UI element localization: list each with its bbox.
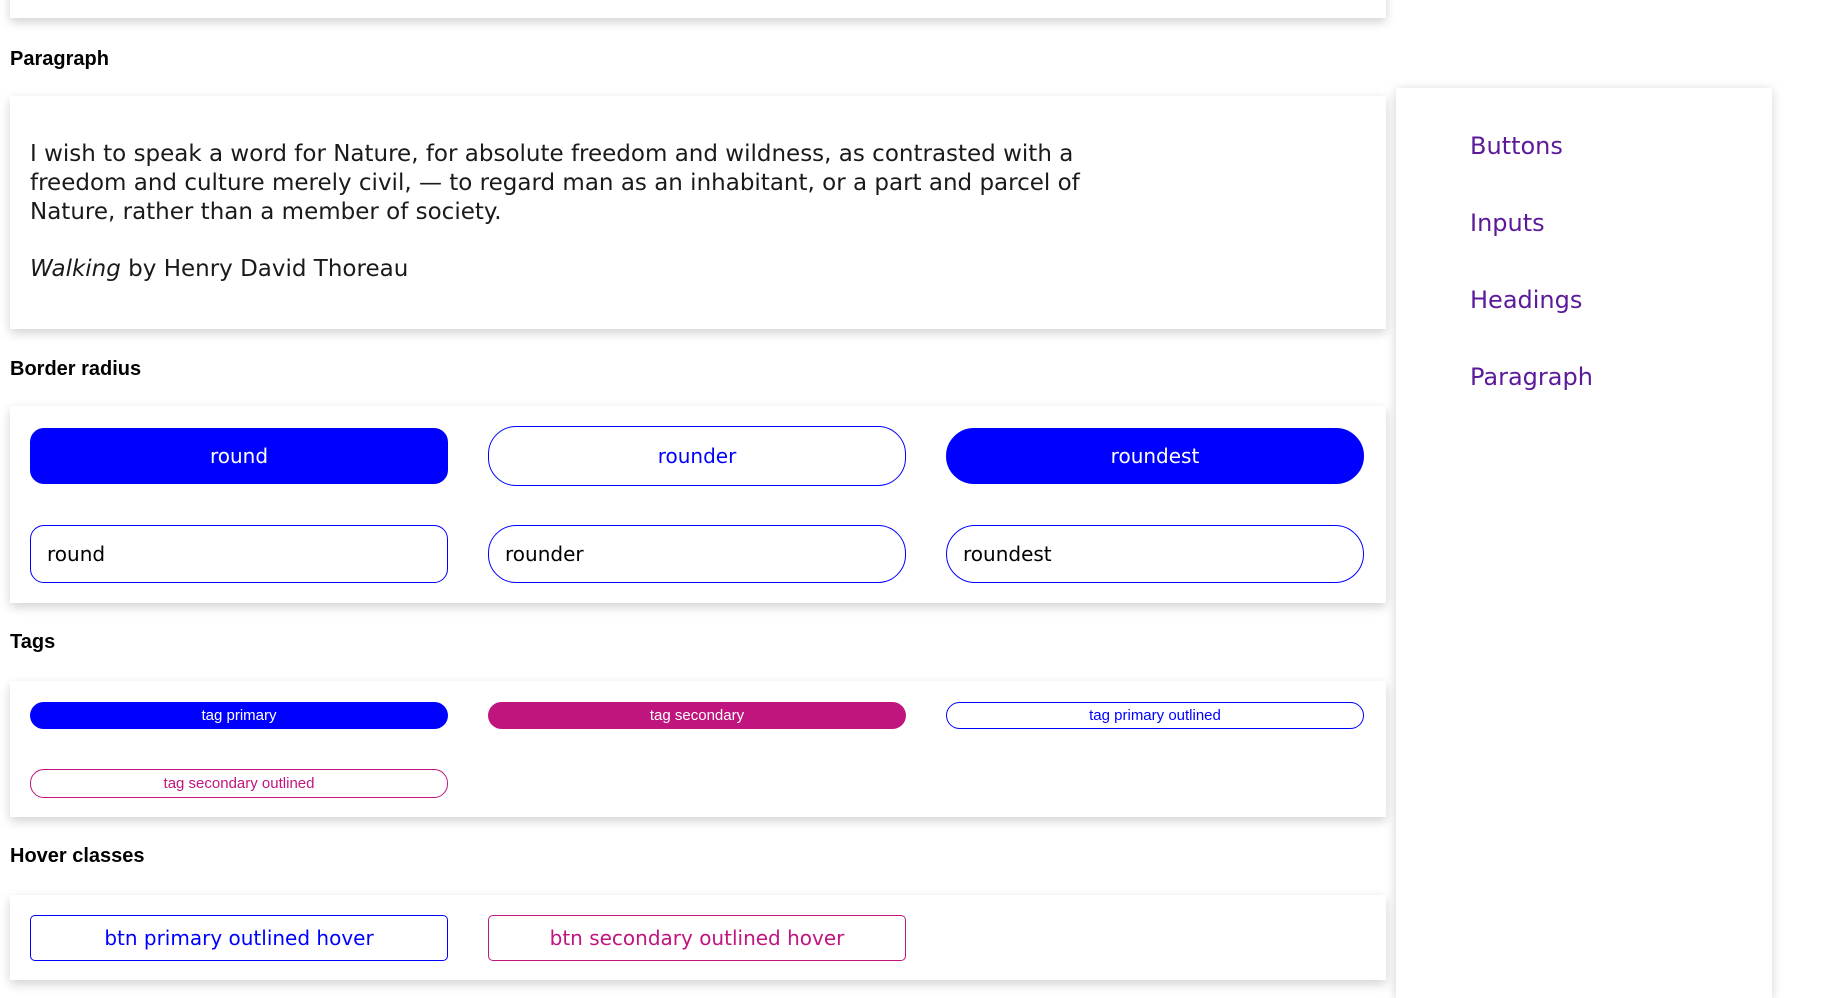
- tag-secondary-outlined: tag secondary outlined: [30, 769, 448, 798]
- tag-secondary: tag secondary: [488, 702, 906, 729]
- tag-primary-outlined: tag primary outlined: [946, 702, 1364, 729]
- quote-citation: Walking by Henry David Thoreau: [30, 256, 408, 282]
- section-title-hover-classes: Hover classes: [10, 845, 145, 867]
- sidebar-item-inputs[interactable]: Inputs: [1470, 209, 1545, 237]
- quote-text: I wish to speak a word for Nature, for a…: [30, 141, 1080, 225]
- section-title-tags: Tags: [10, 631, 56, 653]
- cite-work: Walking: [30, 256, 121, 282]
- tag-primary: tag primary: [30, 702, 448, 729]
- rounder-input[interactable]: rounder: [488, 525, 906, 583]
- round-input[interactable]: round: [30, 525, 448, 583]
- sidebar-item-headings[interactable]: Headings: [1470, 286, 1582, 314]
- sidebar-nav: Buttons Inputs Headings Paragraph: [1396, 88, 1772, 998]
- sidebar-item-paragraph[interactable]: Paragraph: [1470, 363, 1593, 391]
- previous-section-card: [10, 0, 1386, 18]
- roundest-button[interactable]: roundest: [946, 428, 1364, 484]
- sidebar-item-buttons[interactable]: Buttons: [1470, 132, 1563, 160]
- border-radius-card: round rounder roundest round rounder rou…: [10, 406, 1386, 603]
- btn-secondary-outlined-hover[interactable]: btn secondary outlined hover: [488, 915, 906, 961]
- section-title-border-radius: Border radius: [10, 358, 142, 380]
- paragraph-card: I wish to speak a word for Nature, for a…: [10, 96, 1386, 329]
- hover-classes-card: btn primary outlined hover btn secondary…: [10, 895, 1386, 980]
- btn-primary-outlined-hover[interactable]: btn primary outlined hover: [30, 915, 448, 961]
- rounder-button[interactable]: rounder: [488, 426, 906, 486]
- section-title-paragraph: Paragraph: [10, 48, 109, 70]
- round-button[interactable]: round: [30, 428, 448, 484]
- cite-author: by Henry David Thoreau: [120, 256, 409, 282]
- tags-card: tag primary tag secondary tag primary ou…: [10, 681, 1386, 817]
- roundest-input[interactable]: roundest: [946, 525, 1364, 583]
